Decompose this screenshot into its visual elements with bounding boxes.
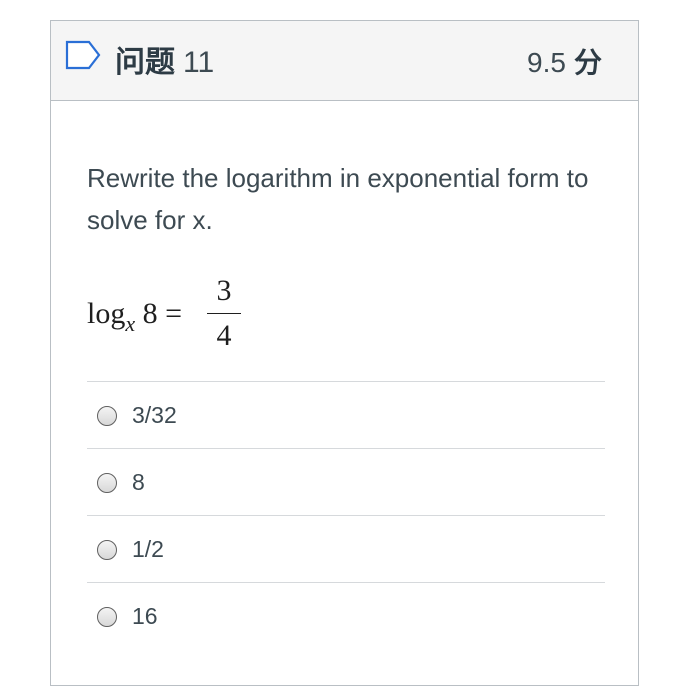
question-title: 问题 11	[115, 43, 214, 83]
answer-label: 3/32	[132, 402, 177, 428]
question-points: 9.5 分	[527, 43, 602, 83]
answer-option[interactable]: 16	[87, 582, 605, 649]
radio-button-icon[interactable]	[97, 473, 117, 493]
points-value: 9.5	[527, 47, 566, 78]
equation-fraction: 3 4	[207, 271, 241, 356]
question-text: Rewrite the logarithm in exponential for…	[87, 163, 589, 235]
answer-label: 8	[132, 469, 145, 495]
question-header: 问题 11 9.5 分	[51, 21, 638, 101]
answer-list: 3/32 8 1/2 16	[87, 381, 605, 649]
radio-button-icon[interactable]	[97, 540, 117, 560]
equation-equals: =	[165, 297, 183, 330]
question-label: 问题	[115, 46, 175, 79]
question-card: 问题 11 9.5 分 Rewrite the logarithm in expon…	[50, 20, 639, 686]
answer-option[interactable]: 3/32	[87, 381, 605, 448]
fraction-denominator: 4	[216, 319, 232, 352]
equation-argument: 8	[142, 297, 158, 330]
equation-lhs: logx 8 =	[87, 297, 183, 336]
question-number: 11	[183, 46, 215, 79]
equation-base: x	[125, 311, 136, 336]
fraction-bar	[207, 313, 241, 314]
flag-icon[interactable]	[65, 40, 103, 70]
fraction-numerator: 3	[216, 274, 232, 307]
answer-label: 16	[132, 603, 158, 629]
equation-func: log	[87, 297, 126, 330]
radio-button-icon[interactable]	[97, 406, 117, 426]
radio-button-icon[interactable]	[97, 607, 117, 627]
answer-label: 1/2	[132, 536, 164, 562]
answer-option[interactable]: 1/2	[87, 515, 605, 582]
points-unit: 分	[573, 47, 602, 78]
answer-option[interactable]: 8	[87, 448, 605, 515]
